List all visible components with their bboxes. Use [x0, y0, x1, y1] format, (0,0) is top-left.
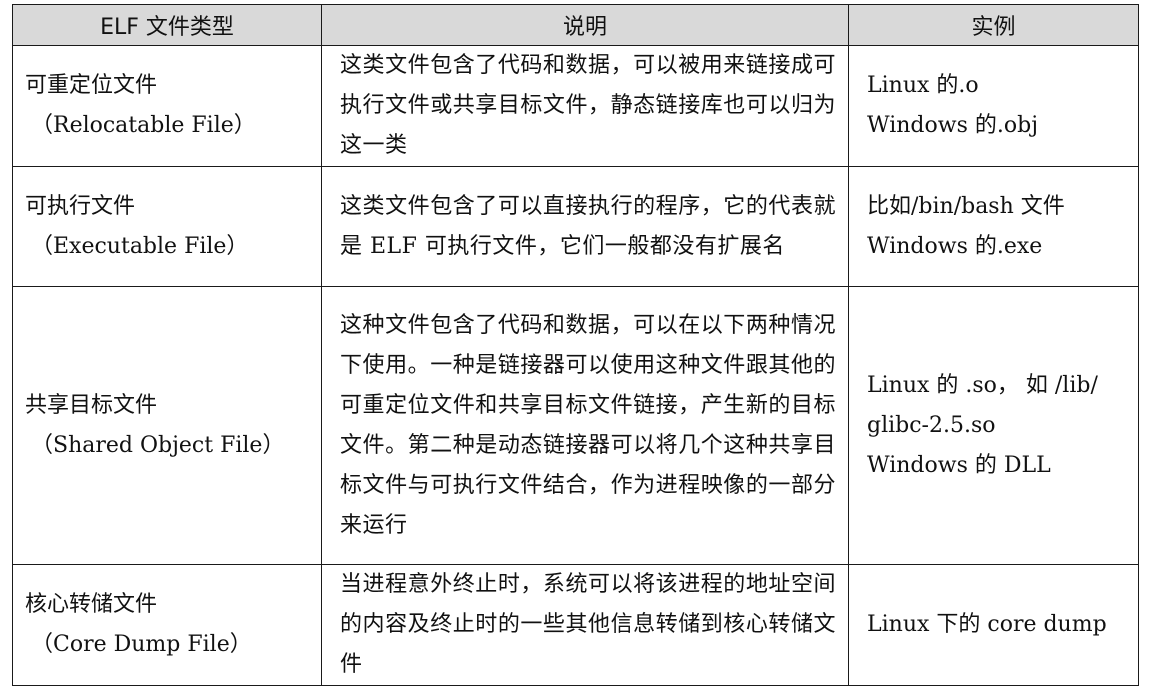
- table-row: 可重定位文件 （Relocatable File） 这类文件包含了代码和数据，可…: [12, 45, 1139, 167]
- description-cell: 当进程意外终止时，系统可以将该进程的地址空间的内容及终止时的一些其他信息转储到核…: [321, 564, 849, 686]
- type-name-en: （Core Dump File）: [31, 632, 252, 657]
- type-cell: 核心转储文件 （Core Dump File）: [12, 564, 322, 686]
- type-name-en: （Shared Object File）: [31, 432, 285, 458]
- description-text: 这类文件包含了可以直接执行的程序，它的代表就是 ELF 可执行文件，它们一般都没…: [340, 193, 836, 259]
- description-cell: 这类文件包含了代码和数据，可以被用来链接成可执行文件或共享目标文件，静态链接库也…: [321, 45, 849, 167]
- header-elf-type: ELF 文件类型: [12, 4, 322, 46]
- table-row: 核心转储文件 （Core Dump File） 当进程意外终止时，系统可以将该进…: [12, 564, 1139, 686]
- table-row: 共享目标文件 （Shared Object File） 这种文件包含了代码和数据…: [12, 286, 1139, 565]
- type-name-en: （Relocatable File）: [31, 113, 256, 138]
- table-row: 可执行文件 （Executable File） 这类文件包含了可以直接执行的程序…: [12, 166, 1139, 287]
- description-cell: 这类文件包含了可以直接执行的程序，它的代表就是 ELF 可执行文件，它们一般都没…: [321, 166, 849, 287]
- example-cell: Linux 的.o Windows 的.obj: [848, 45, 1139, 167]
- type-cell: 可重定位文件 （Relocatable File）: [12, 45, 322, 167]
- type-name-cn: 核心转储文件: [25, 592, 158, 617]
- example-item: Windows 的.obj: [867, 113, 1039, 138]
- description-cell: 这种文件包含了代码和数据，可以在以下两种情况下使用。一种是链接器可以使用这种文件…: [321, 286, 849, 565]
- example-cell: 比如/bin/bash 文件 Windows 的.exe: [848, 166, 1139, 287]
- example-cell: Linux 的 .so， 如 /lib/ glibc-2.5.so Window…: [848, 286, 1139, 565]
- example-item: Linux 的 .so， 如 /lib/: [867, 372, 1098, 398]
- type-name-cn: 共享目标文件: [25, 392, 158, 418]
- example-item: Linux 下的 core dump: [867, 612, 1107, 637]
- header-example: 实例: [848, 4, 1139, 46]
- example-item: 比如/bin/bash 文件: [867, 193, 1065, 219]
- example-item: glibc-2.5.so: [867, 412, 996, 438]
- elf-file-types-table: ELF 文件类型 说明 实例 可重定位文件 （Relocatable File）…: [12, 4, 1139, 686]
- type-cell: 可执行文件 （Executable File）: [12, 166, 322, 287]
- example-item: Linux 的.o: [867, 73, 979, 98]
- header-description: 说明: [321, 4, 849, 46]
- example-cell: Linux 下的 core dump: [848, 564, 1139, 686]
- example-item: Windows 的.exe: [867, 233, 1043, 259]
- description-text: 当进程意外终止时，系统可以将该进程的地址空间的内容及终止时的一些其他信息转储到核…: [340, 572, 836, 677]
- description-text: 这种文件包含了代码和数据，可以在以下两种情况下使用。一种是链接器可以使用这种文件…: [340, 312, 836, 538]
- type-name-en: （Executable File）: [31, 233, 249, 259]
- table-header-row: ELF 文件类型 说明 实例: [12, 4, 1139, 46]
- description-text: 这类文件包含了代码和数据，可以被用来链接成可执行文件或共享目标文件，静态链接库也…: [340, 53, 836, 158]
- type-name-cn: 可重定位文件: [25, 73, 158, 98]
- type-name-cn: 可执行文件: [25, 193, 136, 219]
- example-item: Windows 的 DLL: [867, 452, 1051, 478]
- type-cell: 共享目标文件 （Shared Object File）: [12, 286, 322, 565]
